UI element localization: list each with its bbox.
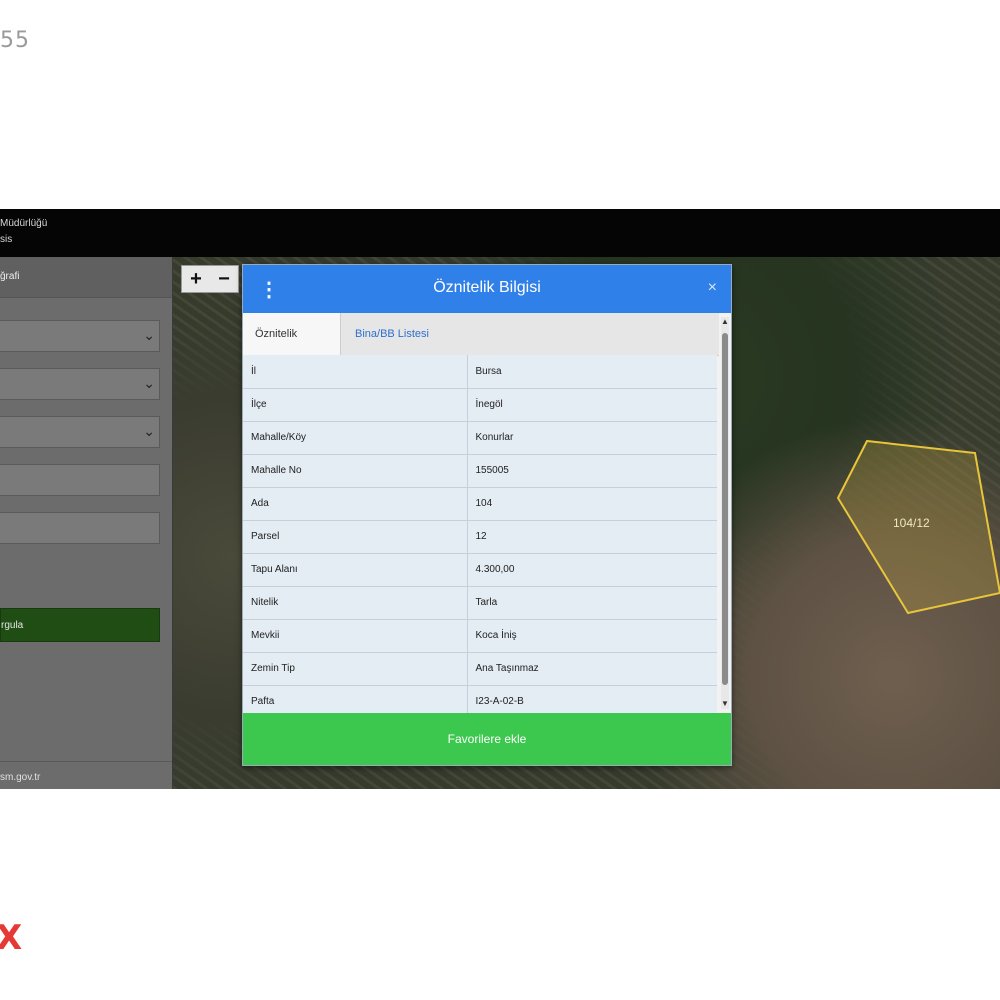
row-value: I23-A-02-B — [467, 685, 717, 713]
close-icon[interactable]: × — [708, 279, 717, 297]
zoom-out-button[interactable]: − — [210, 266, 238, 292]
sidebar-footer: sm.gov.tr — [0, 761, 172, 789]
row-key: Nitelik — [243, 586, 468, 620]
scroll-up-icon[interactable]: ▲ — [721, 317, 729, 327]
row-key: İl — [243, 355, 468, 389]
row-value: Konurlar — [467, 421, 717, 455]
zoom-control: + − — [181, 265, 239, 293]
table-row: Ada 104 — [243, 487, 717, 521]
row-key: İlçe — [243, 388, 468, 422]
row-key: Tapu Alanı — [243, 553, 468, 587]
corner-mark: X — [0, 918, 23, 958]
table-row: Zemin Tip Ana Taşınmaz — [243, 652, 717, 686]
top-bar-subtitle: sis — [0, 234, 13, 245]
chevron-down-icon: ⌄ — [143, 375, 155, 391]
top-bar: Müdürlüğü sis — [0, 209, 1000, 257]
row-value: Bursa — [467, 355, 717, 389]
query-button[interactable]: rgula — [0, 608, 160, 642]
table-row: Parsel 12 — [243, 520, 717, 554]
table-row: Nitelik Tarla — [243, 586, 717, 620]
add-favorite-button[interactable]: Favorilere ekle — [243, 713, 731, 765]
tab-attributes[interactable]: Öznitelik Bilgisi — [243, 313, 341, 382]
tab-building-list[interactable]: Bina/BB Listesi — [343, 313, 441, 355]
row-value: Tarla — [467, 586, 717, 620]
row-value: Koca İniş — [467, 619, 717, 653]
app-screen: Müdürlüğü sis ğrafi ⌄ ⌄ ⌄ rgula sm.gov.t… — [0, 209, 1000, 789]
chevron-down-icon: ⌄ — [143, 327, 155, 343]
row-value: İnegöl — [467, 388, 717, 422]
row-key: Ada — [243, 487, 468, 521]
sidebar-header: ğrafi — [0, 257, 172, 298]
sidebar: ğrafi ⌄ ⌄ ⌄ rgula sm.gov.tr — [0, 257, 173, 789]
attribute-dialog: ⋮ Öznitelik Bilgisi × Öznitelik Bilgisi … — [242, 264, 732, 766]
block-input[interactable] — [0, 464, 160, 496]
table-row: İl Bursa — [243, 355, 717, 389]
row-value: 4.300,00 — [467, 553, 717, 587]
sidebar-header-label: ğrafi — [0, 271, 20, 282]
parcel-input[interactable] — [0, 512, 160, 544]
scrollbar-thumb[interactable] — [722, 333, 728, 685]
table-row: Pafta I23-A-02-B — [243, 685, 717, 713]
dialog-tabs: Öznitelik Bilgisi Bina/BB Listesi — [243, 313, 719, 382]
query-button-label: rgula — [1, 620, 24, 631]
neighborhood-select[interactable]: ⌄ — [0, 416, 160, 448]
row-key: Pafta — [243, 685, 468, 713]
chevron-down-icon: ⌄ — [143, 423, 155, 439]
table-row: Mahalle/Köy Konurlar — [243, 421, 717, 455]
row-value: Ana Taşınmaz — [467, 652, 717, 686]
row-value: 12 — [467, 520, 717, 554]
parcel-label: 104/12 — [893, 516, 930, 530]
table-row: Tapu Alanı 4.300,00 — [243, 553, 717, 587]
scroll-down-icon[interactable]: ▼ — [721, 699, 729, 709]
zoom-in-button[interactable]: + — [182, 266, 210, 292]
table-row: İlçe İnegöl — [243, 388, 717, 422]
footer-link[interactable]: sm.gov.tr — [0, 772, 40, 783]
row-value: 155005 — [467, 454, 717, 488]
row-key: Zemin Tip — [243, 652, 468, 686]
province-select[interactable]: ⌄ — [0, 320, 160, 352]
row-key: Mahalle No — [243, 454, 468, 488]
row-key: Mahalle/Köy — [243, 421, 468, 455]
row-key: Mevkii — [243, 619, 468, 653]
attribute-table: İl Bursa İlçe İnegöl Mahalle/Köy Konurlar M… — [243, 355, 717, 713]
table-scrollbar[interactable]: ▲ ▼ — [721, 317, 729, 709]
dialog-title: Öznitelik Bilgisi — [433, 279, 541, 296]
table-row: Mevkii Koca İniş — [243, 619, 717, 653]
row-value: 104 — [467, 487, 717, 521]
dialog-header: ⋮ Öznitelik Bilgisi × — [243, 265, 731, 313]
table-row: Mahalle No 155005 — [243, 454, 717, 488]
corner-number: 55 — [0, 28, 30, 53]
top-bar-title: Müdürlüğü — [0, 218, 48, 229]
row-key: Parsel — [243, 520, 468, 554]
district-select[interactable]: ⌄ — [0, 368, 160, 400]
